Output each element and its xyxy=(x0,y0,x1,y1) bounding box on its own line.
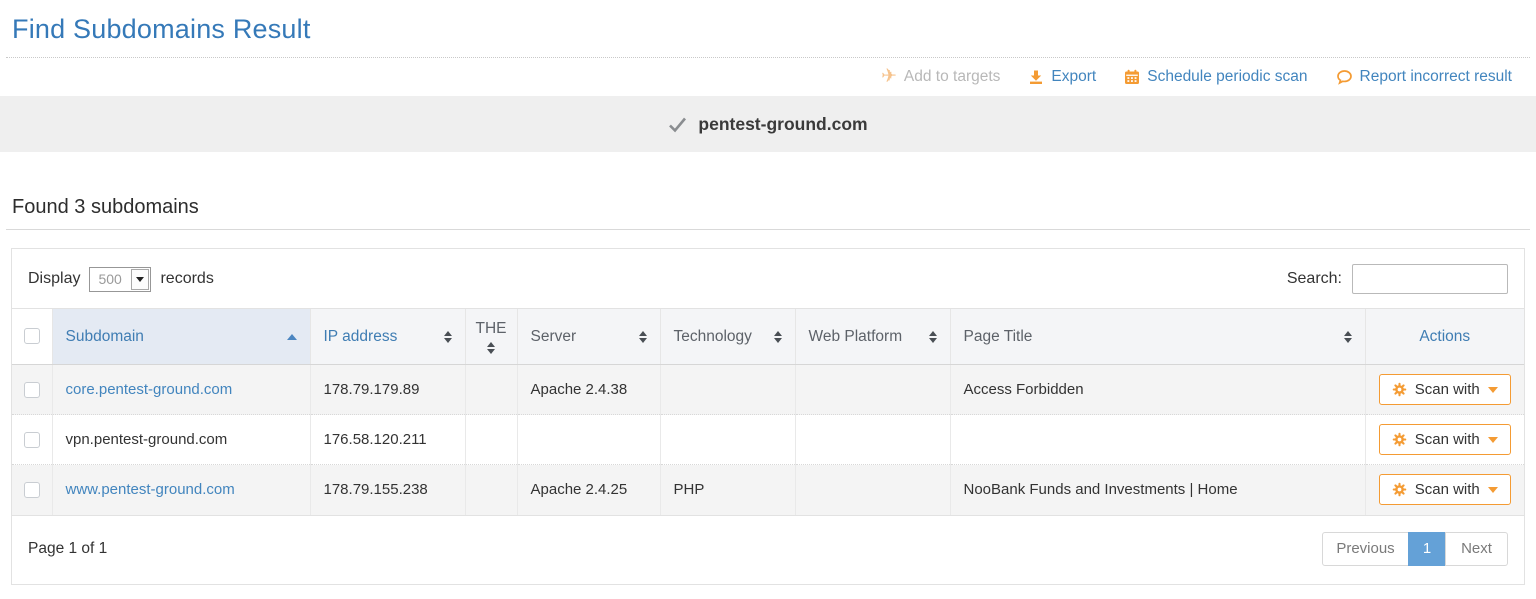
column-header-the[interactable]: THE xyxy=(465,309,517,365)
technology-cell xyxy=(660,415,795,465)
web-platform-cell xyxy=(795,415,950,465)
table-row: core.pentest-ground.com 178.79.179.89 Ap… xyxy=(12,365,1524,415)
select-all-checkbox[interactable] xyxy=(24,328,40,344)
scan-with-button[interactable]: Scan with xyxy=(1379,474,1511,505)
table-footer: Page 1 of 1 Previous 1 Next xyxy=(12,515,1524,584)
row-checkbox[interactable] xyxy=(24,382,40,398)
target-domain: pentest-ground.com xyxy=(698,114,867,135)
schedule-scan-button[interactable]: Schedule periodic scan xyxy=(1124,68,1307,86)
display-control: Display 500 records xyxy=(28,267,214,292)
the-cell xyxy=(465,415,517,465)
report-incorrect-button[interactable]: Report incorrect result xyxy=(1336,68,1512,86)
column-header-subdomain[interactable]: Subdomain xyxy=(52,309,310,365)
table-row: www.pentest-ground.com 178.79.155.238 Ap… xyxy=(12,465,1524,515)
speech-bubble-icon xyxy=(1336,69,1353,85)
calendar-icon xyxy=(1124,69,1140,85)
search-input[interactable] xyxy=(1352,264,1508,294)
next-page-button[interactable]: Next xyxy=(1445,532,1508,566)
export-label: Export xyxy=(1051,68,1096,86)
column-header-technology[interactable]: Technology xyxy=(660,309,795,365)
report-incorrect-label: Report incorrect result xyxy=(1360,68,1512,86)
subdomain-link[interactable]: www.pentest-ground.com xyxy=(66,481,235,498)
records-label: records xyxy=(160,270,213,288)
gear-icon xyxy=(1392,482,1407,497)
sort-icon xyxy=(487,342,495,354)
column-header-page-title[interactable]: Page Title xyxy=(950,309,1365,365)
download-icon xyxy=(1028,69,1044,85)
gear-icon xyxy=(1392,382,1407,397)
server-cell xyxy=(517,415,660,465)
previous-page-button[interactable]: Previous xyxy=(1322,532,1409,566)
find-subdomains-page: Find Subdomains Result ✈ Add to targets … xyxy=(0,0,1536,585)
results-table-panel: Display 500 records Search: xyxy=(11,248,1525,585)
caret-down-icon xyxy=(1488,487,1498,493)
row-checkbox[interactable] xyxy=(24,482,40,498)
sort-icon xyxy=(444,331,452,343)
column-header-server[interactable]: Server xyxy=(517,309,660,365)
server-cell: Apache 2.4.38 xyxy=(517,365,660,415)
subdomain-link[interactable]: core.pentest-ground.com xyxy=(66,381,233,398)
sort-icon xyxy=(1344,331,1352,343)
search-control: Search: xyxy=(1287,264,1508,294)
target-banner: pentest-ground.com xyxy=(0,96,1536,152)
current-page-button[interactable]: 1 xyxy=(1408,532,1446,566)
server-cell: Apache 2.4.25 xyxy=(517,465,660,515)
sort-icon xyxy=(774,331,782,343)
add-to-targets-label: Add to targets xyxy=(904,68,1001,86)
gear-icon xyxy=(1392,432,1407,447)
technology-cell: PHP xyxy=(660,465,795,515)
add-to-targets-button[interactable]: ✈ Add to targets xyxy=(881,67,1000,86)
subdomains-table: Subdomain IP address THE Server Technolo… xyxy=(12,308,1524,515)
records-per-page-select[interactable]: 500 xyxy=(89,267,151,292)
page-title: Find Subdomains Result xyxy=(0,0,1536,57)
caret-down-icon xyxy=(1488,437,1498,443)
page-title-cell xyxy=(950,415,1365,465)
sort-icon xyxy=(929,331,937,343)
select-dropdown-arrow-icon[interactable] xyxy=(131,269,149,290)
ip-address-cell: 178.79.179.89 xyxy=(310,365,465,415)
sort-icon xyxy=(639,331,647,343)
caret-down-icon xyxy=(1488,387,1498,393)
display-label: Display xyxy=(28,270,80,288)
search-label: Search: xyxy=(1287,270,1342,288)
pagination: Previous 1 Next xyxy=(1322,532,1508,566)
the-cell xyxy=(465,365,517,415)
records-per-page-value: 500 xyxy=(90,268,130,291)
scan-with-button[interactable]: Scan with xyxy=(1379,374,1511,405)
check-icon xyxy=(668,116,687,133)
column-header-ip-address[interactable]: IP address xyxy=(310,309,465,365)
technology-cell xyxy=(660,365,795,415)
ip-address-cell: 178.79.155.238 xyxy=(310,465,465,515)
page-title-cell: Access Forbidden xyxy=(950,365,1365,415)
web-platform-cell xyxy=(795,465,950,515)
table-row: vpn.pentest-ground.com 176.58.120.211 Sc… xyxy=(12,415,1524,465)
row-checkbox[interactable] xyxy=(24,432,40,448)
table-header-row: Subdomain IP address THE Server Technolo… xyxy=(12,309,1524,365)
ip-address-cell: 176.58.120.211 xyxy=(310,415,465,465)
results-heading: Found 3 subdomains xyxy=(0,152,1536,229)
heading-separator xyxy=(6,229,1530,230)
subdomain-text: vpn.pentest-ground.com xyxy=(66,431,228,448)
web-platform-cell xyxy=(795,365,950,415)
column-header-actions: Actions xyxy=(1365,309,1524,365)
toolbar: ✈ Add to targets Export Schedule periodi… xyxy=(0,58,1536,96)
schedule-scan-label: Schedule periodic scan xyxy=(1147,68,1307,86)
table-controls: Display 500 records Search: xyxy=(12,249,1524,308)
page-title-cell: NooBank Funds and Investments | Home xyxy=(950,465,1365,515)
column-header-web-platform[interactable]: Web Platform xyxy=(795,309,950,365)
page-info: Page 1 of 1 xyxy=(28,540,107,558)
sort-ascending-icon xyxy=(287,334,297,340)
plane-icon: ✈ xyxy=(881,67,897,86)
the-cell xyxy=(465,465,517,515)
export-button[interactable]: Export xyxy=(1028,68,1096,86)
scan-with-button[interactable]: Scan with xyxy=(1379,424,1511,455)
